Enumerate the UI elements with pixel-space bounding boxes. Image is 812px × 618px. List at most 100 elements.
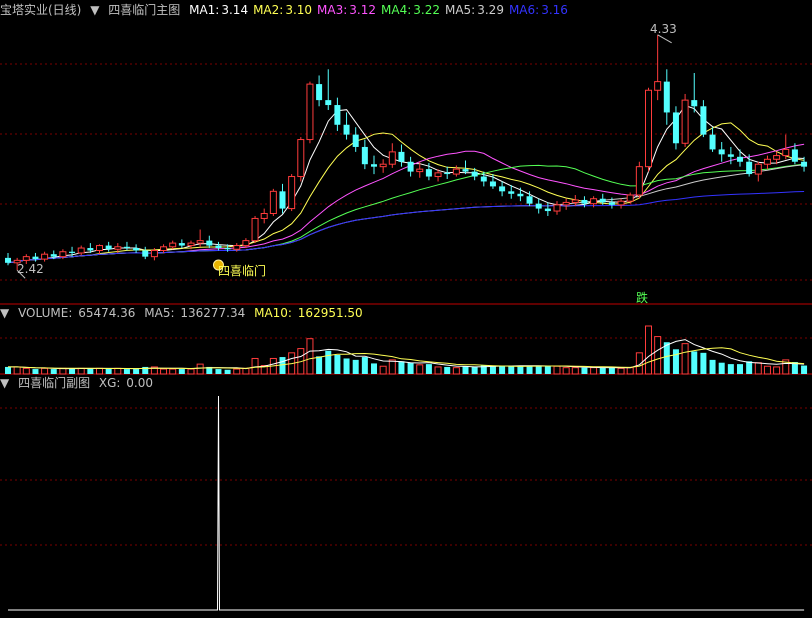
sub-indicator-name[interactable]: 四喜临门副图 [18,376,90,390]
candle-body-down [50,254,57,257]
volume-bar-up [773,366,781,375]
volume-bar-up [553,365,561,375]
collapse-icon[interactable]: ▼ [0,306,9,320]
volume-bar-down [407,362,414,374]
candle-body-up [773,155,781,160]
candle-body-down [215,245,222,249]
candle-body-up [654,81,662,91]
candle-body-down [325,100,332,106]
candle-body-down [801,161,808,167]
volume-bar-up [187,368,195,375]
candle-body-down [691,100,698,107]
volume-bar-up [379,365,387,375]
xg-value: 0.00 [126,376,154,390]
volume-bar-up [41,367,49,375]
collapse-icon[interactable]: ▼ [0,376,9,390]
candle-body-up [196,240,204,244]
volume-bar-up [416,364,424,375]
candle-body-up [635,166,643,196]
candle-body-up [160,246,168,251]
volume-bar-down [224,369,231,374]
candle-body-up [288,176,296,210]
candle-body-up [59,251,67,258]
volume-header: ▼ VOLUME: 65474.36 MA5: 136277.34 MA10: … [0,305,368,321]
candle-body-down [398,151,405,162]
ma-legend-value: 3.10 [285,3,313,17]
volume-title: VOLUME: [18,306,73,320]
candle-body-up [379,163,387,168]
volume-bar-down [123,369,130,374]
volume-bar-down [105,368,112,374]
stock-title[interactable]: 宝塔实业(日线) [0,3,81,17]
candle-body-up [260,213,268,219]
candle-body-up [626,194,634,202]
candle-body-down [407,161,414,172]
candle-body-down [279,191,286,209]
candle-body-down [700,106,707,135]
volume-bar-down [737,364,743,374]
volume-bar-down [5,366,11,374]
volume-bar-up [306,338,314,375]
volume-bar-down [444,366,451,374]
volume-bar-up [114,367,122,375]
candle-body-down [5,257,11,263]
candle-body-down [178,243,185,246]
volume-bar-down [425,364,432,374]
candle-body-down [361,146,368,165]
xg-signal-line [8,395,805,611]
volume-bar-down [672,349,679,374]
main-indicator-name[interactable]: 四喜临门主图 [108,3,180,17]
volume-bar-up [13,366,21,375]
volume-bar-down [279,357,286,374]
main-header: 宝塔实业(日线) ▼ 四喜临门主图 MA1: 3.14 MA2: 3.10 MA3: 3.… [0,2,578,18]
collapse-icon[interactable]: ▼ [90,3,99,17]
ma-legend-label: MA4: [381,3,412,17]
volume-bar-down [361,357,368,374]
candle-body-down [672,112,679,144]
ma-legend-value: 3.16 [541,3,568,17]
candle-body-up [96,245,103,251]
ma-legend-label: MA6: [508,3,540,17]
volume-bar-down [700,352,707,374]
volume-bar-down [87,368,94,374]
volume-bar-down [133,369,140,374]
candle-body-up [434,172,442,178]
ma-legend-label: MA2: [253,3,284,17]
volume-bar-up [452,367,460,375]
candle-body-down [737,156,743,162]
candle-body-down [608,202,615,205]
volume-bar-up [590,367,598,375]
volume-bar-down [499,365,506,374]
candle-body-down [316,84,323,101]
volume-ma10-label: MA10: [254,306,292,320]
volume-bar-down [69,368,76,374]
candle-body-up [251,217,259,242]
candle-body-up [452,168,460,175]
volume-bar-down [50,369,57,374]
volume-bar-down [371,363,377,374]
volume-bar-up [59,367,67,375]
candle-body-down [599,198,606,203]
volume-bar-up [434,366,442,375]
candle-body-up [242,240,250,247]
candle-body-down [718,149,725,155]
candle-body-up [150,249,158,258]
candle-body-down [544,208,551,212]
ma-legend-label: MA5: [444,3,476,17]
volume-bar-down [727,364,734,374]
volume-bar-up [233,368,241,375]
volume-bar-down [471,366,478,374]
volume-bar-down [398,361,405,374]
volume-bar-up [160,368,168,375]
candle-body-up [297,139,305,178]
volume-bar-down [535,365,542,374]
volume-bar-up [617,367,625,375]
candle-body-down [343,124,350,135]
volume-ma5-label: MA5: [144,306,175,320]
volume-bar-up [77,367,85,375]
ma-legend-label: MA3: [317,3,348,17]
candle-body-up [681,99,689,144]
ma-legend-value: 3.29 [477,3,504,17]
candle-body-down [499,186,506,192]
candle-body-down [480,176,487,182]
